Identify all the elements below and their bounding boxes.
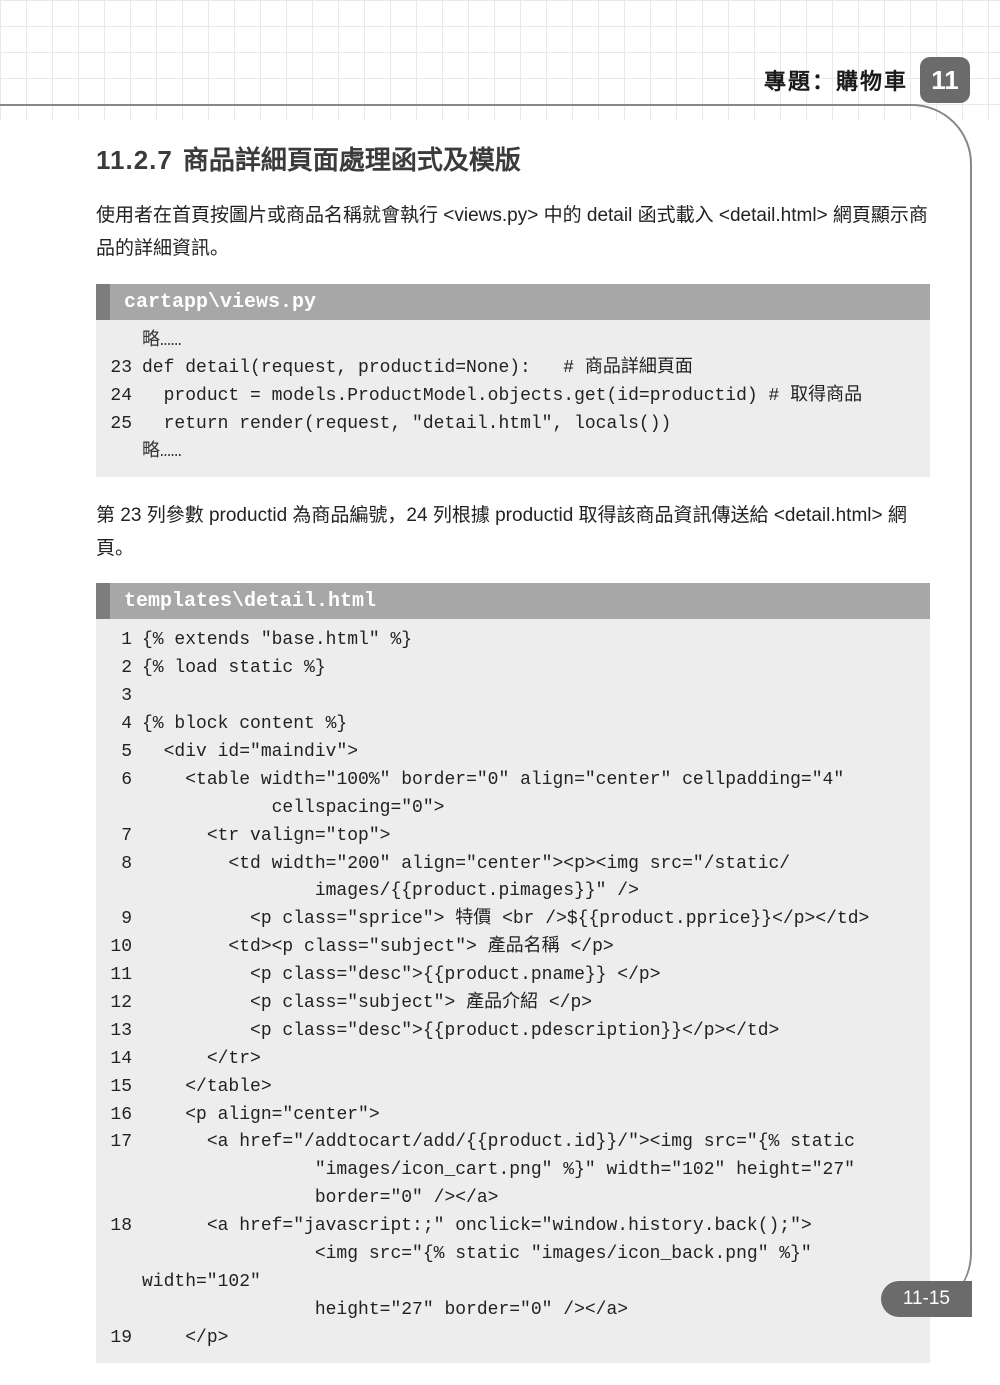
code-text: return render(request, "detail.html", lo… <box>142 411 918 439</box>
code-file-header-2: templates\detail.html <box>96 583 930 619</box>
code-line: 18 <a href="javascript:;" onclick="windo… <box>108 1213 918 1325</box>
code-line: 19 </p> <box>108 1325 918 1353</box>
code-text: product = models.ProductModel.objects.ge… <box>142 383 918 411</box>
line-number: 12 <box>108 990 142 1018</box>
code-text: <p align="center"> <box>142 1102 918 1130</box>
code-line: 12 <p class="subject"> 產品介紹 </p> <box>108 990 918 1018</box>
code-text: <p class="sprice"> 特價 <br />${{product.p… <box>142 906 918 934</box>
line-number: 4 <box>108 711 142 739</box>
code-text <box>142 683 918 711</box>
line-number: 15 <box>108 1074 142 1102</box>
code-text: <table width="100%" border="0" align="ce… <box>142 767 918 823</box>
chapter-label: 專題：購物車 <box>764 64 908 96</box>
page-content: 11.2.7 商品詳細頁面處理函式及模版 使用者在首頁按圖片或商品名稱就會執行 <… <box>96 140 930 1385</box>
code-line: 略…… <box>108 439 918 467</box>
line-number: 10 <box>108 934 142 962</box>
line-number: 7 <box>108 823 142 851</box>
line-number: 6 <box>108 767 142 823</box>
code-block-2: 1{% extends "base.html" %}2{% load stati… <box>96 619 930 1362</box>
code-line: 17 <a href="/addtocart/add/{{product.id}… <box>108 1129 918 1213</box>
line-number: 14 <box>108 1046 142 1074</box>
code-line: 1{% extends "base.html" %} <box>108 627 918 655</box>
code-text: <tr valign="top"> <box>142 823 918 851</box>
code-text: <td width="200" align="center"><p><img s… <box>142 851 918 907</box>
code-line: 2{% load static %} <box>108 655 918 683</box>
code-text: {% load static %} <box>142 655 918 683</box>
line-number <box>108 328 142 356</box>
code-text: <p class="subject"> 產品介紹 </p> <box>142 990 918 1018</box>
code-line: 14 </tr> <box>108 1046 918 1074</box>
line-number: 18 <box>108 1213 142 1325</box>
code-text: <p class="desc">{{product.pdescription}}… <box>142 1018 918 1046</box>
code-text: <a href="/addtocart/add/{{product.id}}/"… <box>142 1129 918 1213</box>
code-line: 5 <div id="maindiv"> <box>108 739 918 767</box>
code-line: 10 <td><p class="subject"> 產品名稱 </p> <box>108 934 918 962</box>
code-line: 9 <p class="sprice"> 特價 <br />${{product… <box>108 906 918 934</box>
section-title-text: 商品詳細頁面處理函式及模版 <box>183 145 521 175</box>
code-text: </tr> <box>142 1046 918 1074</box>
code-line: 25 return render(request, "detail.html",… <box>108 411 918 439</box>
code-line: 6 <table width="100%" border="0" align="… <box>108 767 918 823</box>
mid-paragraph: 第 23 列參數 productid 為商品編號，24 列根據 producti… <box>96 499 930 566</box>
code-line: 略…… <box>108 328 918 356</box>
chapter-number-badge: 11 <box>920 57 970 103</box>
line-number: 9 <box>108 906 142 934</box>
code-text: 略…… <box>142 328 918 356</box>
code-file-header-1: cartapp\views.py <box>96 284 930 320</box>
code-line: 24 product = models.ProductModel.objects… <box>108 383 918 411</box>
code-line: 8 <td width="200" align="center"><p><img… <box>108 851 918 907</box>
line-number: 3 <box>108 683 142 711</box>
code-block-1: 略……23def detail(request, productid=None)… <box>96 320 930 477</box>
code-text: </p> <box>142 1325 918 1353</box>
code-line: 4{% block content %} <box>108 711 918 739</box>
code-line: 11 <p class="desc">{{product.pname}} </p… <box>108 962 918 990</box>
chapter-header: 專題：購物車 11 <box>0 56 1000 104</box>
code-text: </table> <box>142 1074 918 1102</box>
code-line: 23def detail(request, productid=None): #… <box>108 355 918 383</box>
line-number: 17 <box>108 1129 142 1213</box>
code-text: <p class="desc">{{product.pname}} </p> <box>142 962 918 990</box>
line-number: 24 <box>108 383 142 411</box>
code-text: 略…… <box>142 439 918 467</box>
code-line: 7 <tr valign="top"> <box>108 823 918 851</box>
page-number-badge: 11-15 <box>881 1281 972 1317</box>
line-number: 2 <box>108 655 142 683</box>
code-line: 15 </table> <box>108 1074 918 1102</box>
code-text: {% extends "base.html" %} <box>142 627 918 655</box>
code-line: 16 <p align="center"> <box>108 1102 918 1130</box>
line-number: 19 <box>108 1325 142 1353</box>
section-heading: 11.2.7 商品詳細頁面處理函式及模版 <box>96 140 930 177</box>
section-number: 11.2.7 <box>96 145 173 175</box>
code-line: 13 <p class="desc">{{product.pdescriptio… <box>108 1018 918 1046</box>
code-text: <td><p class="subject"> 產品名稱 </p> <box>142 934 918 962</box>
code-text: <div id="maindiv"> <box>142 739 918 767</box>
line-number <box>108 439 142 467</box>
intro-paragraph: 使用者在首頁按圖片或商品名稱就會執行 <views.py> 中的 detail … <box>96 199 930 266</box>
code-text: {% block content %} <box>142 711 918 739</box>
line-number: 23 <box>108 355 142 383</box>
line-number: 1 <box>108 627 142 655</box>
line-number: 5 <box>108 739 142 767</box>
line-number: 8 <box>108 851 142 907</box>
code-text: def detail(request, productid=None): # 商… <box>142 355 918 383</box>
line-number: 13 <box>108 1018 142 1046</box>
code-text: <a href="javascript:;" onclick="window.h… <box>142 1213 918 1325</box>
code-line: 3 <box>108 683 918 711</box>
line-number: 16 <box>108 1102 142 1130</box>
line-number: 25 <box>108 411 142 439</box>
line-number: 11 <box>108 962 142 990</box>
